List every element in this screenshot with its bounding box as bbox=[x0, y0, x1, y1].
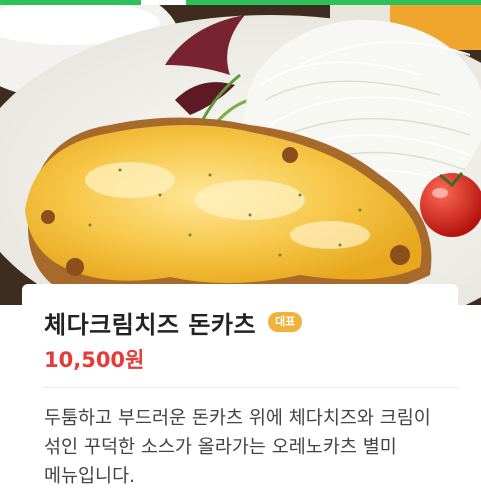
menu-description: 두툼하고 부드러운 돈카츠 위에 체다치즈와 크림이 섞인 꾸덕한 소스가 올라… bbox=[44, 408, 431, 487]
menu-photo bbox=[0, 5, 481, 305]
divider bbox=[44, 387, 458, 388]
menu-title-row: 체다크림치즈 돈카츠 대표 bbox=[44, 306, 303, 339]
signature-badge: 대표 bbox=[268, 312, 303, 332]
menu-detail-page: 체다크림치즈 돈카츠 대표 10,500원 두툼하고 부드러운 돈카츠 위에 체… bbox=[0, 0, 481, 501]
menu-info-card: 체다크림치즈 돈카츠 대표 10,500원 두툼하고 부드러운 돈카츠 위에 체… bbox=[22, 284, 458, 501]
pager-active-segment bbox=[141, 0, 186, 5]
menu-photo-illustration bbox=[0, 5, 481, 305]
menu-price: 10,500원 bbox=[44, 348, 145, 372]
image-pager-indicator bbox=[0, 0, 481, 5]
menu-title: 체다크림치즈 돈카츠 bbox=[44, 310, 257, 339]
